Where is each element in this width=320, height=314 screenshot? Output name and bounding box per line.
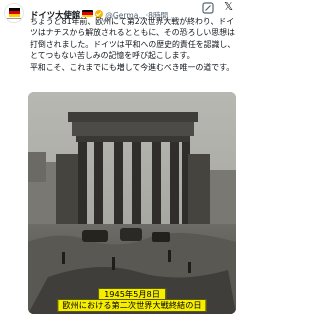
grok-icon[interactable] [202,2,214,14]
account-avatar[interactable] [4,3,24,23]
x-logo-icon[interactable]: 𝕏 [224,1,233,13]
brandenburg-gate-photo [28,92,236,314]
tweet-text: ちょうど81年前、欧州にて第2次世界大戦が終わり、ドイツはナチスから解放されると… [30,17,236,72]
caption-title: 欧州における第二次世界大戦終結の日 [57,299,207,312]
tweet-photo[interactable]: 1945年5月8日 欧州における第二次世界大戦終結の日 [28,92,236,314]
